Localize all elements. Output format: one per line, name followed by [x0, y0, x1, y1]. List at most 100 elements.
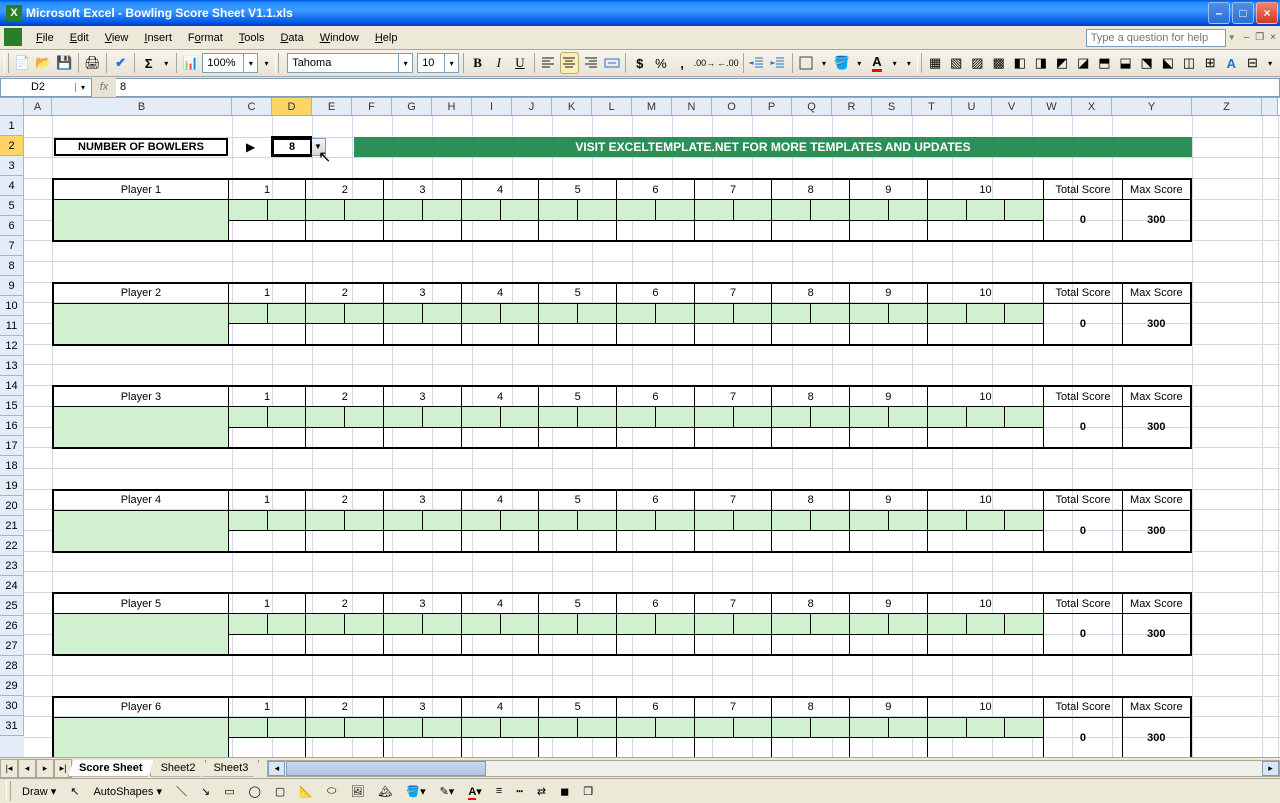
- player-name-input[interactable]: [53, 717, 228, 757]
- throw-input[interactable]: [850, 614, 889, 635]
- throw-input[interactable]: [694, 510, 733, 531]
- tab-nav-prev[interactable]: ◂: [18, 759, 36, 778]
- font-input[interactable]: [288, 57, 398, 69]
- ext-icon-5[interactable]: ◧: [1010, 52, 1029, 74]
- row-header-16[interactable]: 16: [0, 416, 24, 436]
- throw-input[interactable]: [850, 407, 889, 428]
- throw-input[interactable]: [461, 510, 500, 531]
- throw-input[interactable]: [422, 200, 461, 221]
- horizontal-scrollbar[interactable]: ◂ ▸: [267, 760, 1280, 777]
- throw-input[interactable]: [927, 200, 966, 221]
- throw-input[interactable]: [384, 200, 423, 221]
- player-name[interactable]: Player 6: [53, 697, 228, 718]
- throw-input[interactable]: [772, 407, 811, 428]
- open-icon[interactable]: 📂: [34, 52, 53, 74]
- ext-icon-13[interactable]: ◫: [1179, 52, 1198, 74]
- chart-icon[interactable]: 📊: [181, 52, 200, 74]
- row-header-5[interactable]: 5: [0, 196, 24, 216]
- ext-icon-14[interactable]: ⊞: [1201, 52, 1220, 74]
- shadow-icon[interactable]: ◼: [555, 783, 574, 800]
- ext-icon-3[interactable]: ▨: [968, 52, 987, 74]
- col-header-M[interactable]: M: [632, 98, 672, 115]
- throw-input[interactable]: [461, 407, 500, 428]
- throw-input[interactable]: [461, 303, 500, 324]
- throw-input[interactable]: [811, 200, 850, 221]
- menu-help[interactable]: Help: [367, 30, 406, 46]
- throw-input[interactable]: [500, 407, 539, 428]
- throw-input[interactable]: [228, 200, 267, 221]
- player-name-input[interactable]: [53, 614, 228, 655]
- col-header-W[interactable]: W: [1032, 98, 1072, 115]
- throw-input[interactable]: [733, 717, 772, 738]
- ext-icon-16[interactable]: ⊟: [1243, 52, 1262, 74]
- percent-button[interactable]: %: [651, 52, 670, 74]
- throw-input[interactable]: [733, 303, 772, 324]
- row-header-18[interactable]: 18: [0, 456, 24, 476]
- name-box-dropdown-icon[interactable]: ▾: [75, 83, 90, 92]
- throw-input[interactable]: [733, 614, 772, 635]
- row-header-17[interactable]: 17: [0, 436, 24, 456]
- autosum-dropdown-icon[interactable]: ▾: [160, 52, 172, 74]
- col-header-A[interactable]: A: [24, 98, 52, 115]
- menu-tools[interactable]: Tools: [231, 30, 273, 46]
- col-header-D[interactable]: D: [272, 98, 312, 115]
- col-header-O[interactable]: O: [712, 98, 752, 115]
- 3d-icon[interactable]: ❒: [578, 783, 598, 800]
- throw-input[interactable]: [888, 510, 927, 531]
- throw-input[interactable]: [345, 303, 384, 324]
- font-size-dropdown-icon[interactable]: ▾: [444, 54, 458, 72]
- throw-input[interactable]: [228, 717, 267, 738]
- rectangle-icon[interactable]: ▭: [219, 783, 239, 800]
- throw-input[interactable]: [811, 510, 850, 531]
- row-header-21[interactable]: 21: [0, 516, 24, 536]
- player-name-input[interactable]: [53, 303, 228, 344]
- row-header-12[interactable]: 12: [0, 336, 24, 356]
- throw-input[interactable]: [694, 614, 733, 635]
- draw-grip[interactable]: [6, 781, 11, 801]
- minimize-button[interactable]: –: [1208, 2, 1230, 24]
- row-header-4[interactable]: 4: [0, 176, 24, 196]
- col-header-G[interactable]: G: [392, 98, 432, 115]
- throw-input[interactable]: [578, 510, 617, 531]
- throw-input[interactable]: [422, 717, 461, 738]
- throw-input[interactable]: [500, 717, 539, 738]
- diagram-icon[interactable]: ⬭: [322, 783, 341, 800]
- currency-button[interactable]: $: [630, 52, 649, 74]
- picture-icon[interactable]: 🏔: [373, 783, 397, 800]
- throw-input[interactable]: [772, 717, 811, 738]
- italic-button[interactable]: I: [489, 52, 508, 74]
- save-icon[interactable]: 💾: [55, 52, 74, 74]
- row-header-8[interactable]: 8: [0, 256, 24, 276]
- col-header-U[interactable]: U: [952, 98, 992, 115]
- throw-input[interactable]: [850, 717, 889, 738]
- col-header-V[interactable]: V: [992, 98, 1032, 115]
- row-header-11[interactable]: 11: [0, 316, 24, 336]
- mdi-minimize-button[interactable]: –: [1244, 32, 1250, 43]
- throw-input[interactable]: [228, 303, 267, 324]
- increase-decimal-button[interactable]: .00→: [694, 52, 716, 74]
- player-name-input[interactable]: [53, 200, 228, 241]
- toolbar-grip-3[interactable]: [917, 53, 922, 73]
- font-dropdown-icon[interactable]: ▾: [398, 54, 412, 72]
- throw-input[interactable]: [617, 303, 656, 324]
- draw-menu[interactable]: Draw ▾: [17, 783, 61, 800]
- col-header-H[interactable]: H: [432, 98, 472, 115]
- col-header-Y[interactable]: Y: [1112, 98, 1192, 115]
- throw-input[interactable]: [772, 614, 811, 635]
- line-icon[interactable]: ＼: [171, 781, 192, 801]
- align-left-button[interactable]: [538, 52, 557, 74]
- throw-input[interactable]: [655, 200, 694, 221]
- throw-input[interactable]: [500, 510, 539, 531]
- row-header-19[interactable]: 19: [0, 476, 24, 496]
- menu-window[interactable]: Window: [312, 30, 367, 46]
- throw-input[interactable]: [306, 407, 345, 428]
- row-header-7[interactable]: 7: [0, 236, 24, 256]
- throw-input[interactable]: [1005, 614, 1044, 635]
- borders-button[interactable]: [797, 52, 816, 74]
- tab-nav-first[interactable]: |◂: [0, 759, 18, 778]
- throw-input[interactable]: [927, 303, 966, 324]
- row-header-9[interactable]: 9: [0, 276, 24, 296]
- throw-input[interactable]: [655, 614, 694, 635]
- throw-input[interactable]: [617, 200, 656, 221]
- toolbar-options-icon[interactable]: ▾: [260, 52, 272, 74]
